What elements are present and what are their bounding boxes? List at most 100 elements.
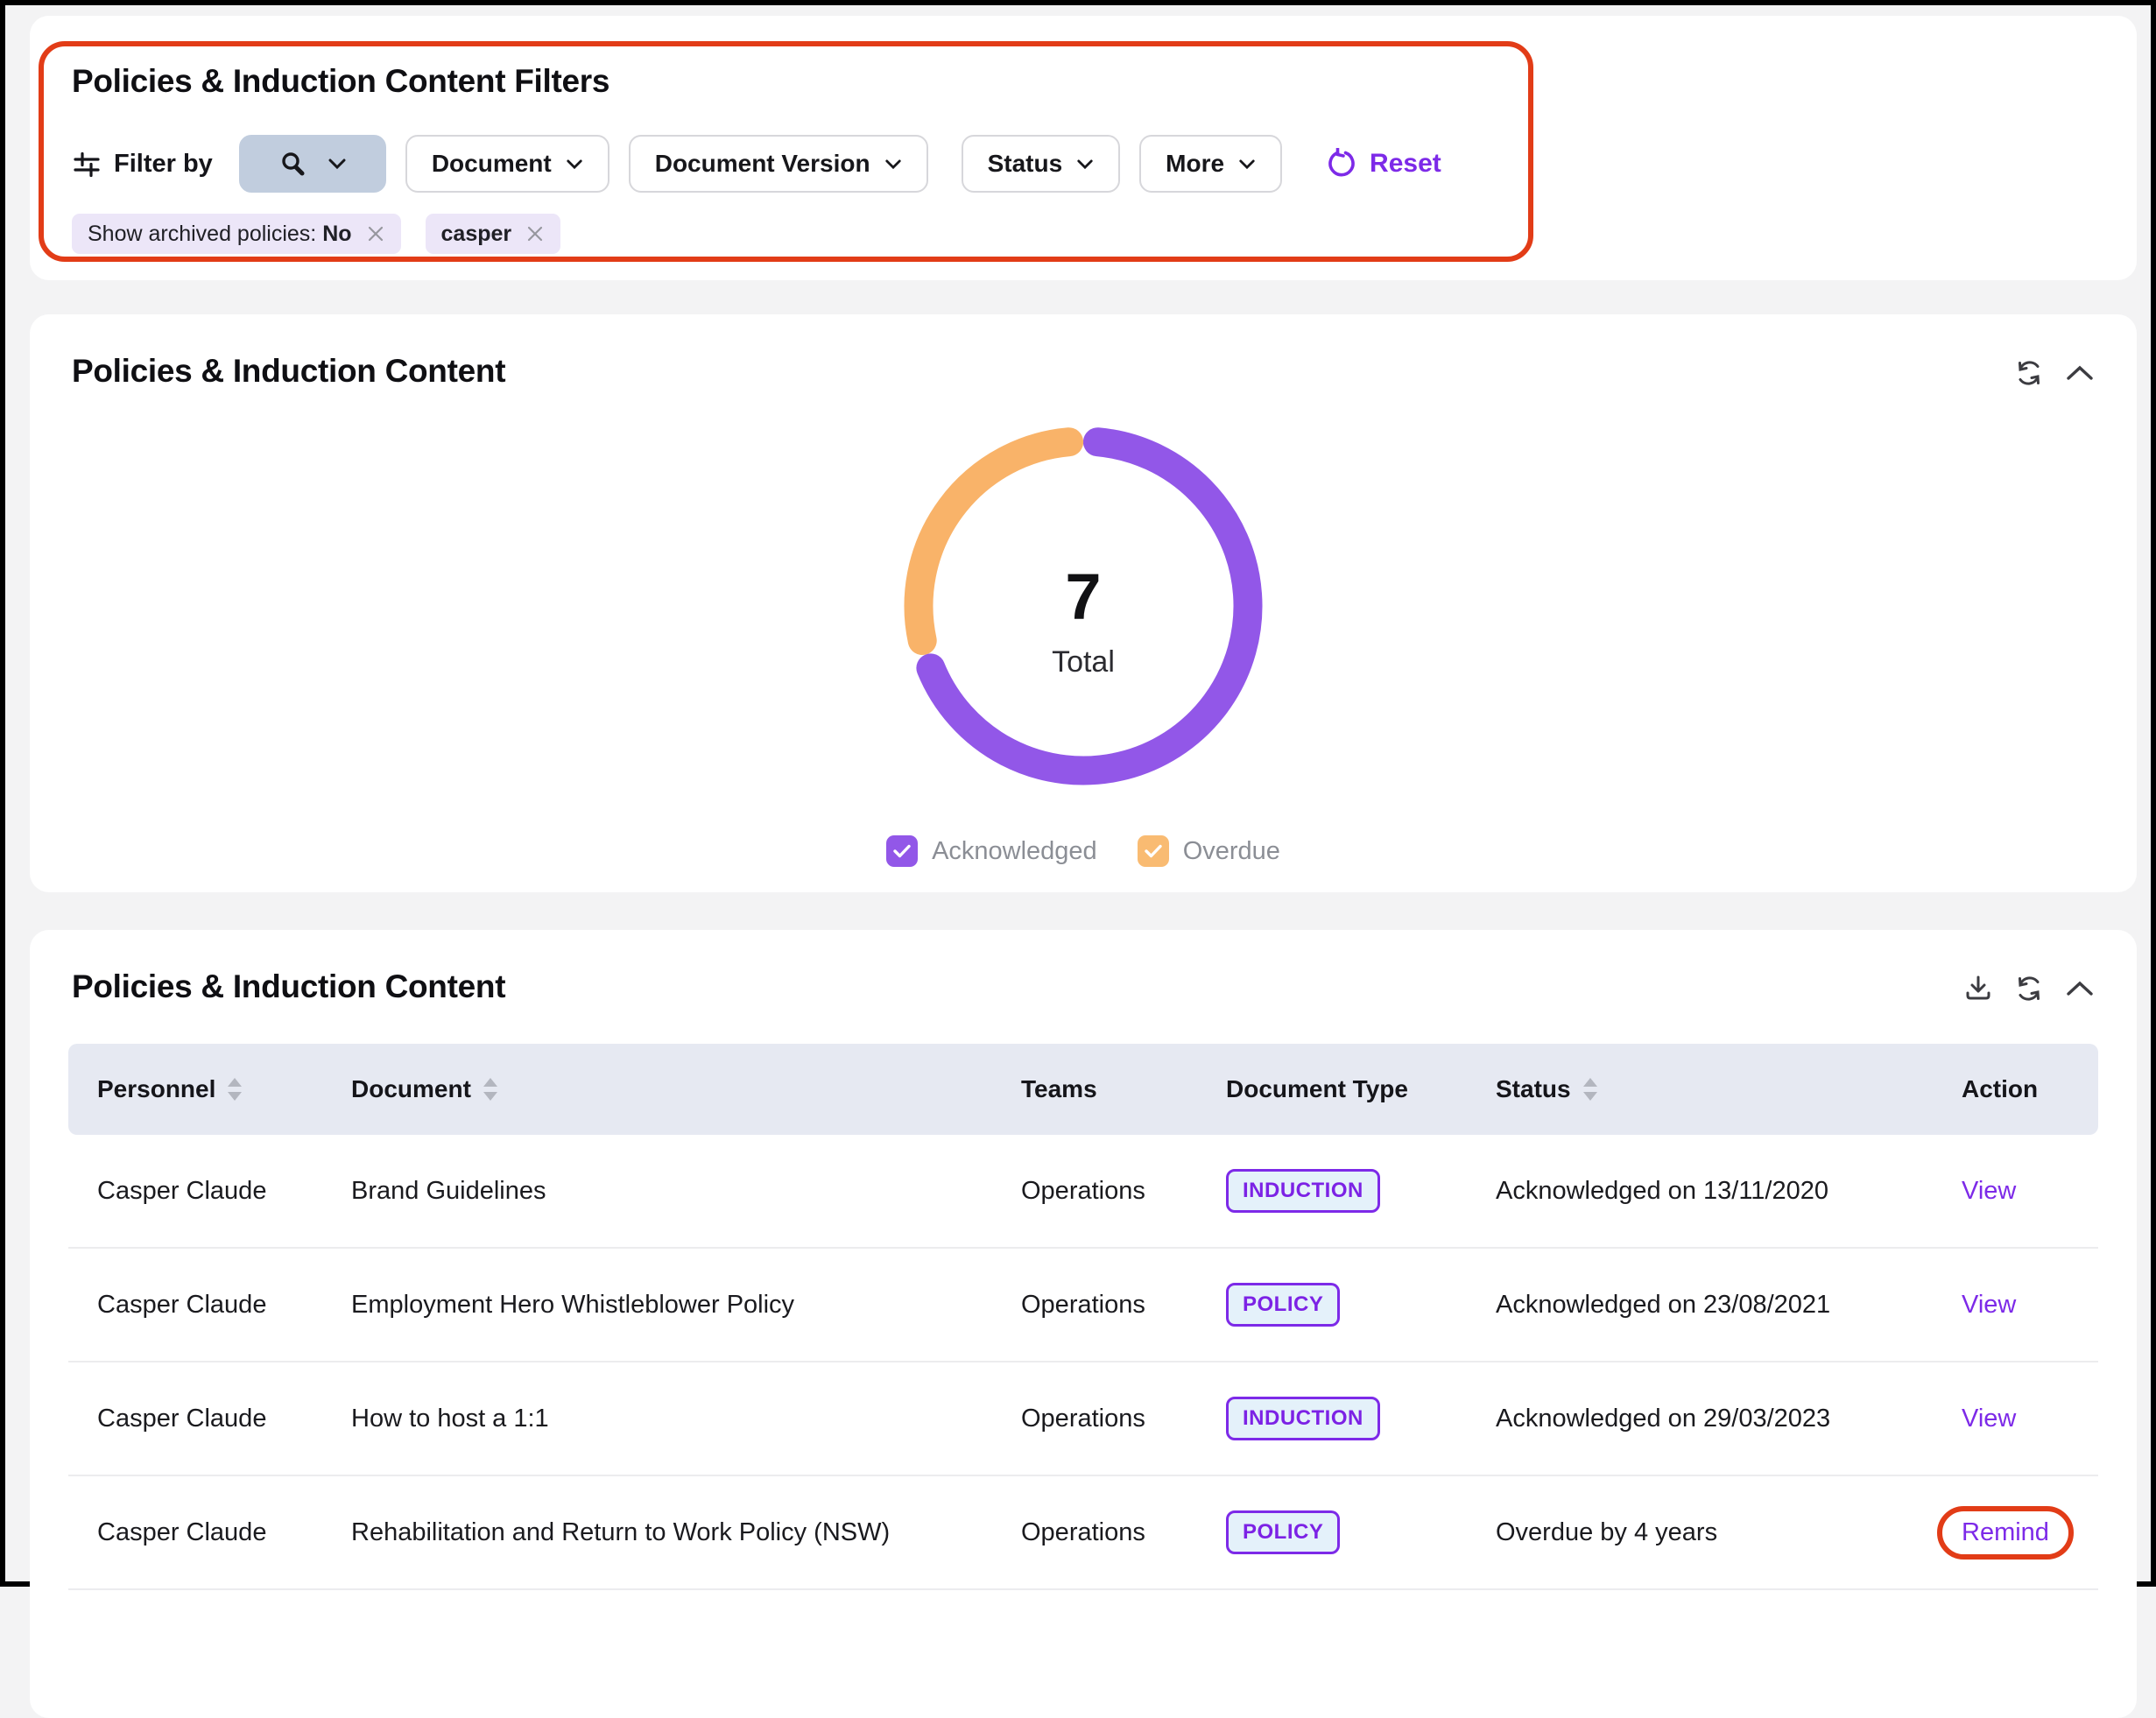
chevron-up-icon <box>2065 980 2095 997</box>
document-filter-label: Document <box>432 150 552 178</box>
cell-personnel: Casper Claude <box>97 1177 351 1206</box>
cell-teams: Operations <box>1021 1405 1226 1433</box>
view-link[interactable]: View <box>1962 1405 2016 1433</box>
cell-teams: Operations <box>1021 1177 1226 1206</box>
search-icon <box>278 150 306 178</box>
annotation-ring-remind: Remind <box>1937 1506 2074 1560</box>
sort-arrows-icon <box>226 1076 243 1102</box>
legend-label: Acknowledged <box>932 837 1097 866</box>
cell-action: View <box>1962 1405 2098 1433</box>
chevron-down-icon <box>884 158 902 170</box>
cell-teams: Operations <box>1021 1291 1226 1320</box>
search-filter-button[interactable] <box>239 135 386 193</box>
chip-close-icon[interactable] <box>366 224 385 243</box>
chevron-down-icon <box>328 158 347 170</box>
cell-action: View <box>1962 1177 2098 1206</box>
cell-personnel: Casper Claude <box>97 1518 351 1547</box>
filter-chips: Show archived policies: No casper <box>72 214 2095 254</box>
sliders-icon <box>72 149 102 179</box>
legend-item-overdue[interactable]: Overdue <box>1138 835 1280 867</box>
table-card: Policies & Induction Content Personnel <box>30 930 2137 1718</box>
cell-personnel: Casper Claude <box>97 1405 351 1433</box>
cell-personnel: Casper Claude <box>97 1291 351 1320</box>
cell-document: Brand Guidelines <box>351 1177 1021 1206</box>
column-label: Teams <box>1021 1075 1097 1103</box>
cell-document: Employment Hero Whistleblower Policy <box>351 1291 1021 1320</box>
table-row: Casper Claude How to host a 1:1 Operatio… <box>68 1362 2098 1476</box>
donut-total-label: Total <box>1052 645 1115 679</box>
column-header-status[interactable]: Status <box>1496 1075 1962 1103</box>
checkmark-icon <box>893 844 911 858</box>
column-header-document-type: Document Type <box>1226 1075 1496 1103</box>
sort-arrows-icon <box>1582 1076 1599 1102</box>
cell-document-type: INDUCTION <box>1226 1397 1496 1440</box>
cell-document-type: INDUCTION <box>1226 1169 1496 1213</box>
refresh-icon <box>2014 974 2044 1003</box>
view-link[interactable]: View <box>1962 1291 2016 1319</box>
table-row: Casper Claude Employment Hero Whistleblo… <box>68 1249 2098 1362</box>
cell-document-type: POLICY <box>1226 1283 1496 1327</box>
view-link[interactable]: View <box>1962 1177 2016 1205</box>
page: { "colors": { "accent_purple": "#7d2ae8"… <box>0 0 2156 1587</box>
checkmark-icon <box>1145 844 1162 858</box>
table-row: Casper Claude Brand Guidelines Operation… <box>68 1135 2098 1249</box>
cell-status: Acknowledged on 29/03/2023 <box>1496 1405 1962 1433</box>
column-header-action: Action <box>1962 1075 2098 1103</box>
legend-check-0 <box>886 835 918 867</box>
refresh-icon <box>2014 358 2044 388</box>
table-header: Personnel Document Teams Document Type S… <box>68 1044 2098 1135</box>
cell-action: View <box>1962 1291 2098 1320</box>
document-type-badge: INDUCTION <box>1226 1169 1380 1213</box>
filters-card-title: Policies & Induction Content Filters <box>72 63 2095 100</box>
cell-document-type: POLICY <box>1226 1510 1496 1554</box>
document-version-filter-label: Document Version <box>655 150 870 178</box>
chevron-down-icon <box>1238 158 1256 170</box>
filters-card: Policies & Induction Content Filters Fil… <box>30 16 2137 280</box>
column-label: Document Type <box>1226 1075 1408 1103</box>
download-icon <box>1963 974 1993 1003</box>
table-card-title: Policies & Induction Content <box>72 968 505 1005</box>
chevron-up-icon <box>2065 364 2095 382</box>
legend-check-1 <box>1138 835 1169 867</box>
legend-label: Overdue <box>1183 837 1280 866</box>
reset-button[interactable]: Reset <box>1326 148 1441 180</box>
status-filter-button[interactable]: Status <box>962 135 1121 193</box>
more-filter-button[interactable]: More <box>1139 135 1282 193</box>
document-version-filter-button[interactable]: Document Version <box>629 135 928 193</box>
reset-icon <box>1326 148 1357 180</box>
filter-row: Filter by Document Document <box>72 135 2095 193</box>
column-label: Document <box>351 1075 471 1103</box>
remind-link[interactable]: Remind <box>1962 1518 2049 1546</box>
collapse-button[interactable] <box>2065 364 2095 382</box>
donut-total-value: 7 <box>1065 565 1101 630</box>
chevron-down-icon <box>1076 158 1094 170</box>
column-header-document[interactable]: Document <box>351 1075 1021 1103</box>
download-button[interactable] <box>1963 974 1993 1003</box>
cell-document: How to host a 1:1 <box>351 1405 1021 1433</box>
more-filter-label: More <box>1166 150 1224 178</box>
document-type-badge: INDUCTION <box>1226 1397 1380 1440</box>
chip-value: No <box>322 222 351 246</box>
column-label: Status <box>1496 1075 1571 1103</box>
chart-card-title: Policies & Induction Content <box>72 353 505 390</box>
chip-text: Show archived policies: <box>88 222 322 246</box>
column-header-personnel[interactable]: Personnel <box>97 1075 351 1103</box>
chip-show-archived-policies: Show archived policies: No <box>72 214 401 254</box>
chip-casper: casper <box>426 214 561 254</box>
cell-status: Overdue by 4 years <box>1496 1518 1962 1547</box>
filter-by-label: Filter by <box>114 150 213 179</box>
refresh-button[interactable] <box>2014 974 2044 1003</box>
legend-item-acknowledged[interactable]: Acknowledged <box>886 835 1097 867</box>
cell-teams: Operations <box>1021 1518 1226 1547</box>
collapse-button[interactable] <box>2065 980 2095 997</box>
cell-status: Acknowledged on 13/11/2020 <box>1496 1177 1962 1206</box>
filter-by: Filter by <box>72 149 213 179</box>
sort-arrows-icon <box>482 1076 499 1102</box>
chip-close-icon[interactable] <box>525 224 545 243</box>
status-filter-label: Status <box>988 150 1063 178</box>
document-filter-button[interactable]: Document <box>405 135 609 193</box>
document-type-badge: POLICY <box>1226 1283 1340 1327</box>
cell-action: Remind <box>1962 1506 2098 1560</box>
refresh-button[interactable] <box>2014 358 2044 388</box>
cell-status: Acknowledged on 23/08/2021 <box>1496 1291 1962 1320</box>
